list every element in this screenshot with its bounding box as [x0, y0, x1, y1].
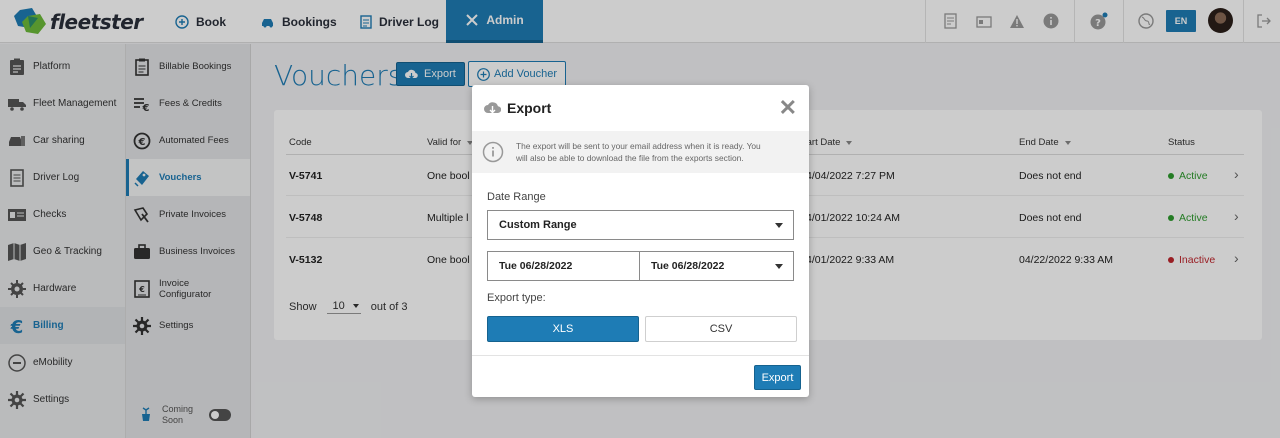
- divider: [472, 355, 809, 356]
- date-range-label: Date Range: [487, 191, 546, 203]
- date-range-select[interactable]: Custom Range: [487, 210, 794, 240]
- chevron-down-icon: [775, 223, 783, 228]
- date-to-value: Tue 06/28/2022: [651, 260, 725, 272]
- date-from-value: Tue 06/28/2022: [499, 260, 573, 272]
- date-range-value: Custom Range: [499, 219, 577, 231]
- info-text: The export will be sent to your email ad…: [516, 140, 761, 164]
- export-type-xls[interactable]: XLS: [487, 316, 639, 342]
- modal-header: Export: [484, 100, 551, 116]
- chevron-down-icon: [775, 264, 783, 269]
- info-icon: [482, 141, 504, 163]
- info-text-line: The export will be sent to your email ad…: [516, 141, 761, 151]
- info-text-line: will also be able to download the file f…: [516, 153, 744, 163]
- export-modal: Export ✕ The export will be sent to your…: [472, 85, 809, 397]
- export-type-csv[interactable]: CSV: [645, 316, 797, 342]
- date-to-field[interactable]: Tue 06/28/2022: [639, 251, 794, 281]
- modal-title: Export: [507, 100, 552, 116]
- submit-export-button[interactable]: Export: [754, 365, 801, 390]
- close-icon[interactable]: ✕: [779, 97, 797, 119]
- info-banner: The export will be sent to your email ad…: [472, 131, 809, 173]
- export-type-label: Export type:: [487, 292, 546, 304]
- date-from-field[interactable]: Tue 06/28/2022: [487, 251, 640, 281]
- cloud-download-icon: [484, 101, 501, 115]
